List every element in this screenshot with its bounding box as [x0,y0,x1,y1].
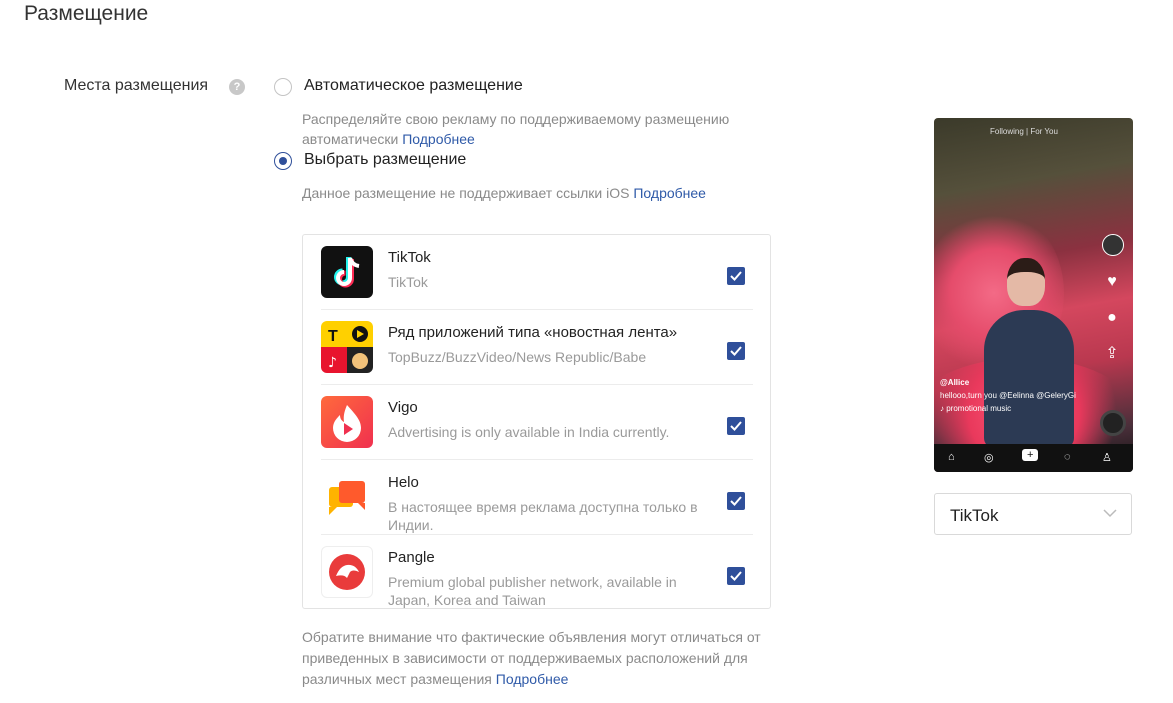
inbox-icon: ◌ [1064,451,1071,463]
preview-select-value: TikTok [950,506,999,525]
app-title: Vigo [388,399,418,416]
helo-icon [321,471,373,523]
app-subtitle: TopBuzz/BuzzVideo/News Republic/Babe [388,349,647,365]
select-placement-more-link[interactable]: Подробнее [633,185,706,201]
svg-text:T: T [328,328,338,345]
preview-caption: @Allice hellooo,turn you @Eelinna @Geler… [940,376,1076,415]
auto-placement-hint-text: Распределяйте свою рекламу по поддержива… [302,111,730,147]
comment-icon: ● [1107,309,1117,326]
help-icon[interactable]: ? [229,79,245,95]
list-item-tiktok[interactable]: TikTok TikTok [321,235,753,310]
avatar [1102,234,1124,256]
svg-text:♪: ♪ [328,355,337,371]
home-icon: ⌂ [948,451,955,463]
app-subtitle: В настоящее время реклама доступна тольк… [388,499,698,533]
select-placement-label[interactable]: Выбрать размещение [304,151,466,169]
share-icon: ⇪ [1105,345,1119,362]
news-feed-checkbox[interactable] [727,342,745,360]
preview-topnav: Following | For You [990,127,1058,136]
app-title: TikTok [388,249,431,266]
select-placement-hint-text: Данное размещение не поддерживает ссылки… [302,185,630,201]
create-icon: + [1022,449,1039,461]
app-title: Helo [388,474,419,491]
list-item-vigo[interactable]: Vigo Advertising is only available in In… [321,385,753,460]
list-item-pangle[interactable]: Pangle Premium global publisher network,… [321,535,753,610]
app-subtitle: TikTok [388,274,428,290]
footer-more-link[interactable]: Подробнее [496,671,569,687]
pangle-icon [321,546,373,598]
preview-placement-select[interactable]: TikTok [934,493,1132,535]
list-item-news-feed[interactable]: T ♪ Ряд приложений типа «новостная лента… [321,310,753,385]
pangle-checkbox[interactable] [727,567,745,585]
placement-app-list: TikTok TikTok T ♪ Ряд приложений типа «н… [302,234,771,609]
app-subtitle: Premium global publisher network, availa… [388,574,677,608]
section-title: Размещение [24,2,149,25]
preview-person-image [984,258,1074,448]
select-placement-hint: Данное размещение не поддерживает ссылки… [302,183,782,203]
music-disc-icon [1100,410,1126,436]
preview-side-icons: ♥ ● ⇪ [1102,234,1126,380]
preview-caption-text: hellooo,turn you @Eelinna @GeleryGi [940,391,1076,400]
auto-placement-label[interactable]: Автоматическое размещение [304,77,523,95]
tiktok-icon [321,246,373,298]
placement-label: Места размещения [64,77,209,94]
heart-icon: ♥ [1107,273,1117,290]
app-subtitle: Advertising is only available in India c… [388,424,670,440]
vigo-icon [321,396,373,448]
vigo-checkbox[interactable] [727,417,745,435]
discover-icon: ◎ [984,452,994,464]
tiktok-checkbox[interactable] [727,267,745,285]
preview-music: ♪ promotional music [940,404,1012,413]
app-title: Pangle [388,549,435,566]
list-item-helo[interactable]: Helo В настоящее время реклама доступна … [321,460,753,535]
footer-note: Обратите внимание что фактические объявл… [302,627,802,690]
chevron-down-icon [1103,509,1117,518]
ad-preview: Following | For You ♥ ● ⇪ @Allice helloo… [934,118,1133,472]
preview-username: @Allice [940,378,970,387]
select-placement-radio[interactable] [274,152,292,170]
preview-bottom-bar: ⌂ ◎ + ◌ ♙ [934,444,1133,472]
app-title: Ряд приложений типа «новостная лента» [388,324,678,341]
news-feed-apps-icon: T ♪ [321,321,373,373]
auto-placement-radio[interactable] [274,78,292,96]
auto-placement-more-link[interactable]: Подробнее [402,131,475,147]
helo-checkbox[interactable] [727,492,745,510]
auto-placement-hint: Распределяйте свою рекламу по поддержива… [302,109,782,149]
profile-icon: ♙ [1102,452,1112,464]
